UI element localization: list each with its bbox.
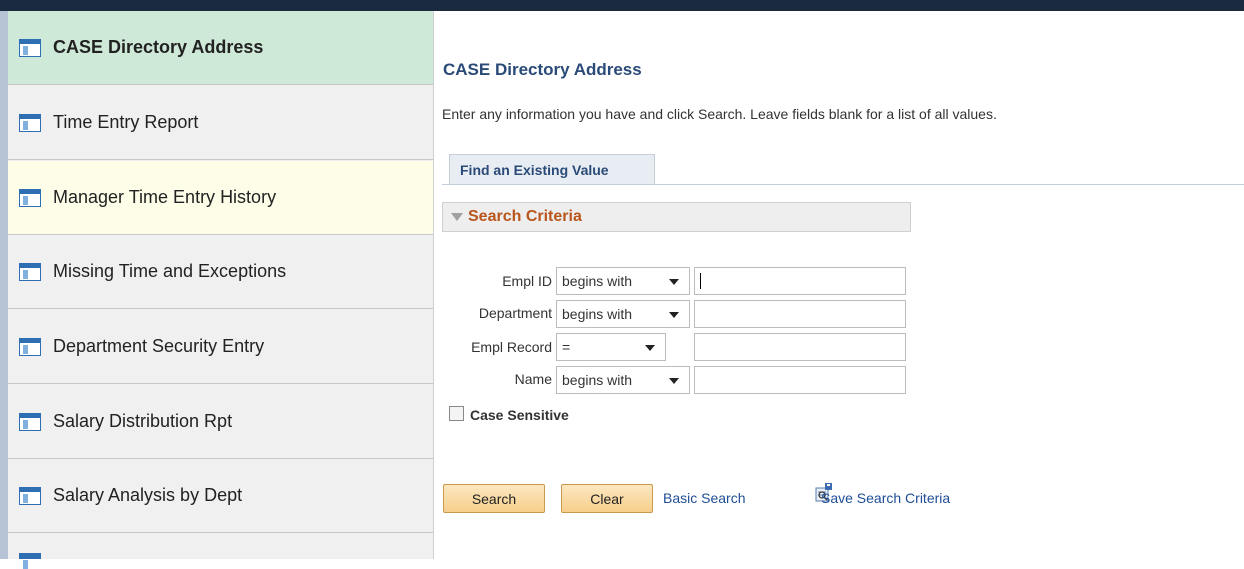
operator-value: begins with [562,306,633,322]
sidebar: CASE Directory Address Time Entry Report… [0,11,434,569]
sidebar-item-salary-distribution-rpt[interactable]: Salary Distribution Rpt [8,385,433,459]
name-operator-select[interactable]: begins with [556,366,690,394]
sidebar-item-label: Department Security Entry [53,336,265,356]
sidebar-item-label: Missing Time and Exceptions [53,261,287,281]
instructions-text: Enter any information you have and click… [442,106,997,122]
empl-record-label: Empl Record [471,339,552,355]
chevron-down-icon [669,378,679,384]
department-input[interactable] [694,300,906,328]
operator-value: begins with [562,273,633,289]
department-operator-select[interactable]: begins with [556,300,690,328]
sidebar-item-missing-time-and-exceptions[interactable]: Missing Time and Exceptions [8,235,433,309]
sidebar-item-label: Time Entry Report [53,112,199,132]
empl-id-label: Empl ID [502,273,552,289]
page-icon [19,486,41,505]
text-cursor [700,273,701,289]
sidebar-item-partial[interactable] [8,534,433,569]
section-title: Search Criteria [468,208,582,225]
page-title: CASE Directory Address [443,60,642,79]
page-icon [19,337,41,356]
operator-value: = [562,339,571,355]
sidebar-item-label: Salary Distribution Rpt [53,411,233,431]
page-icon [19,262,41,281]
page-icon [19,188,41,207]
search-button[interactable]: Search [443,484,545,513]
sidebar-edge [0,11,8,559]
top-bar [0,0,1244,11]
sidebar-item-department-security-entry[interactable]: Department Security Entry [8,310,433,384]
basic-search-link[interactable]: Basic Search [663,490,745,506]
main-content: CASE Directory Address Enter any informa… [442,11,1244,559]
empl-record-operator-select[interactable]: = [556,333,666,361]
sidebar-item-manager-time-entry-history[interactable]: Manager Time Entry History [8,161,433,235]
sidebar-item-time-entry-report[interactable]: Time Entry Report [8,86,433,160]
empl-record-input[interactable] [694,333,906,361]
sidebar-item-label: Manager Time Entry History [53,187,277,207]
name-label: Name [514,371,552,387]
name-input[interactable] [694,366,906,394]
tab-find-existing-value[interactable]: Find an Existing Value [449,154,655,184]
sidebar-item-salary-analysis-by-dept[interactable]: Salary Analysis by Dept [8,459,433,533]
search-criteria-header[interactable]: Search Criteria [442,202,911,232]
page-icon [19,553,41,569]
clear-button[interactable]: Clear [561,484,653,513]
case-sensitive-label: Case Sensitive [470,407,569,423]
tab-divider [442,184,1244,185]
case-sensitive-checkbox[interactable] [449,406,464,421]
page-icon [19,113,41,132]
page-icon [19,412,41,431]
collapse-triangle-icon [451,213,463,221]
sidebar-item-case-directory-address[interactable]: CASE Directory Address [8,11,433,85]
sidebar-item-label: Salary Analysis by Dept [53,485,243,505]
chevron-down-icon [645,345,655,351]
page-icon [19,38,41,57]
operator-value: begins with [562,372,633,388]
empl-id-input[interactable] [694,267,906,295]
department-label: Department [478,305,552,321]
chevron-down-icon [669,279,679,285]
chevron-down-icon [669,312,679,318]
empl-id-operator-select[interactable]: begins with [556,267,690,295]
save-search-criteria-link[interactable]: Save Search Criteria [821,490,950,506]
sidebar-item-label: CASE Directory Address [53,37,264,57]
